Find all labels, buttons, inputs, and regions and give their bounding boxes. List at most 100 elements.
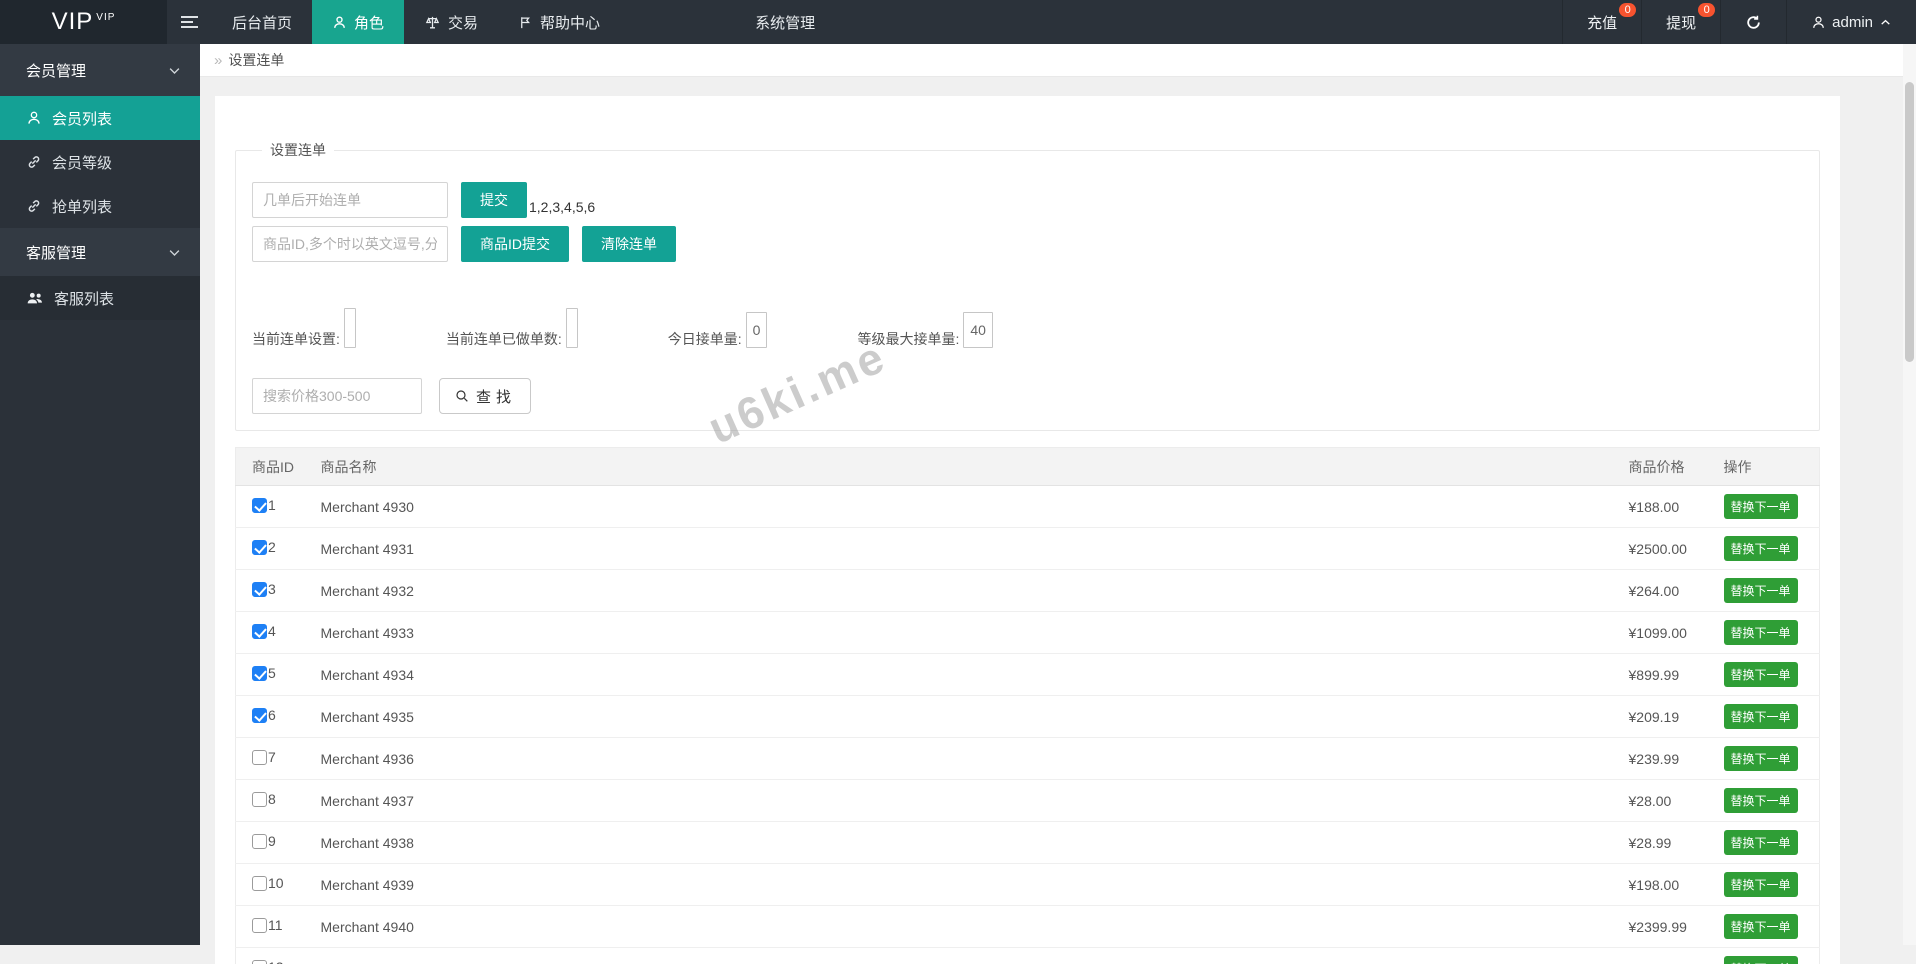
replace-next-order-button[interactable]: 替换下一单 xyxy=(1724,746,1798,771)
product-price: ¥899.99 xyxy=(1629,654,1724,696)
stats-row: 当前连单设置: 当前连单已做单数: 今日接单量: 0 等级最大接单量: 40 xyxy=(252,308,1803,348)
row-checkbox[interactable]: 6 xyxy=(252,707,276,723)
sidebar-item-member-list[interactable]: 会员列表 xyxy=(0,96,200,140)
replace-next-order-button[interactable]: 替换下一单 xyxy=(1724,956,1798,964)
clear-chain-button[interactable]: 清除连单 xyxy=(582,226,676,262)
table-row: 3 Merchant 4932 ¥264.00 替换下一单 xyxy=(236,570,1820,612)
chevron-down-icon xyxy=(167,245,182,260)
nav-item-system[interactable]: 系统管理 xyxy=(735,0,835,44)
product-price: ¥28.99 xyxy=(1629,822,1724,864)
nav-item-home[interactable]: 后台首页 xyxy=(212,0,312,44)
replace-next-order-button[interactable]: 替换下一单 xyxy=(1724,914,1798,939)
checkbox-icon xyxy=(252,624,267,639)
top-navbar: VIPVIP 后台首页 角色 交易 帮助中心 系统管理 充值 0 提现 0 xyxy=(0,0,1916,44)
sidebar-item-support-list[interactable]: 客服列表 xyxy=(0,276,200,320)
nav-label: 后台首页 xyxy=(232,12,292,33)
submit-button[interactable]: 提交 xyxy=(461,182,527,218)
vertical-scrollbar[interactable] xyxy=(1903,44,1916,945)
product-name: Merchant 4931 xyxy=(321,528,1629,570)
scrollbar-thumb[interactable] xyxy=(1905,82,1914,362)
row-checkbox[interactable]: 11 xyxy=(252,917,283,933)
row-checkbox[interactable]: 12 xyxy=(252,959,284,964)
replace-next-order-button[interactable]: 替换下一单 xyxy=(1724,872,1798,897)
row-checkbox[interactable]: 2 xyxy=(252,539,276,555)
replace-next-order-button[interactable]: 替换下一单 xyxy=(1724,704,1798,729)
nav-item-role[interactable]: 角色 xyxy=(312,0,404,44)
link-icon xyxy=(26,198,42,214)
sidebar-item-member-level[interactable]: 会员等级 xyxy=(0,140,200,184)
header-product-id: 商品ID xyxy=(236,448,321,486)
recharge-label: 充值 xyxy=(1587,12,1617,33)
row-checkbox[interactable]: 9 xyxy=(252,833,276,849)
product-name: Merchant 4934 xyxy=(321,654,1629,696)
row-checkbox[interactable]: 8 xyxy=(252,791,276,807)
stat-value-box: 40 xyxy=(963,312,993,348)
checkbox-icon xyxy=(252,708,267,723)
replace-next-order-button[interactable]: 替换下一单 xyxy=(1724,830,1798,855)
row-checkbox[interactable]: 10 xyxy=(252,875,284,891)
checkbox-icon xyxy=(252,498,267,513)
username: admin xyxy=(1832,14,1873,31)
replace-next-order-button[interactable]: 替换下一单 xyxy=(1724,788,1798,813)
nav-item-help-center[interactable]: 帮助中心 xyxy=(498,0,620,44)
product-name: Merchant 4940 xyxy=(321,906,1629,948)
checkbox-icon xyxy=(252,540,267,555)
product-id: 1 xyxy=(268,497,276,513)
sidebar-item-grab-order-list[interactable]: 抢单列表 xyxy=(0,184,200,228)
product-id: 7 xyxy=(268,749,276,765)
product-id: 8 xyxy=(268,791,276,807)
product-price: ¥264.00 xyxy=(1629,570,1724,612)
stat-value-box: 0 xyxy=(746,312,768,348)
row-checkbox[interactable]: 4 xyxy=(252,623,276,639)
user-menu[interactable]: admin xyxy=(1786,0,1916,44)
panel-legend: 设置连单 xyxy=(262,140,334,160)
row-checkbox[interactable]: 1 xyxy=(252,497,276,513)
chain-start-row: 提交 1,2,3,4,5,6 xyxy=(252,182,1803,218)
withdraw-button[interactable]: 提现 0 xyxy=(1641,0,1720,44)
product-name: Merchant 4935 xyxy=(321,696,1629,738)
sidebar-group-member-mgmt[interactable]: 会员管理 xyxy=(0,44,200,96)
product-name: Merchant 4936 xyxy=(321,738,1629,780)
hamburger-icon[interactable] xyxy=(167,0,212,44)
withdraw-badge: 0 xyxy=(1698,3,1715,17)
nav-menu: 后台首页 角色 交易 帮助中心 系统管理 xyxy=(167,0,835,44)
main-content: » 设置连单 设置连单 提交 1,2,3,4,5,6 商品ID提交 清除连单 当… xyxy=(200,44,1916,945)
replace-next-order-button[interactable]: 替换下一单 xyxy=(1724,536,1798,561)
find-button[interactable]: 查找 xyxy=(439,378,531,414)
group-label: 客服管理 xyxy=(26,242,86,263)
replace-next-order-button[interactable]: 替换下一单 xyxy=(1724,494,1798,519)
row-checkbox[interactable]: 7 xyxy=(252,749,276,765)
checkbox-icon xyxy=(252,582,267,597)
logo-text: VIP xyxy=(52,8,94,36)
product-id: 9 xyxy=(268,833,276,849)
nav-label: 系统管理 xyxy=(755,12,815,33)
replace-next-order-button[interactable]: 替换下一单 xyxy=(1724,662,1798,687)
product-price: ¥209.19 xyxy=(1629,696,1724,738)
nav-label: 帮助中心 xyxy=(540,12,600,33)
price-search-input[interactable] xyxy=(252,378,422,414)
table-row: 7 Merchant 4936 ¥239.99 替换下一单 xyxy=(236,738,1820,780)
product-price: ¥188.00 xyxy=(1629,486,1724,528)
recharge-button[interactable]: 充值 0 xyxy=(1562,0,1641,44)
users-icon xyxy=(26,290,44,306)
sidebar-group-support-mgmt[interactable]: 客服管理 xyxy=(0,228,200,276)
breadcrumb: » 设置连单 xyxy=(200,44,1916,77)
products-table: 商品ID 商品名称 商品价格 操作 1 xyxy=(235,447,1820,964)
nav-item-trade[interactable]: 交易 xyxy=(404,0,498,44)
row-checkbox[interactable]: 3 xyxy=(252,581,276,597)
product-id-submit-button[interactable]: 商品ID提交 xyxy=(461,226,569,262)
replace-next-order-button[interactable]: 替换下一单 xyxy=(1724,578,1798,603)
refresh-button[interactable] xyxy=(1720,0,1786,44)
refresh-icon xyxy=(1745,14,1762,31)
product-price: ¥2500.00 xyxy=(1629,528,1724,570)
product-price xyxy=(1629,948,1724,964)
row-checkbox[interactable]: 5 xyxy=(252,665,276,681)
stat-label: 等级最大接单量: xyxy=(857,330,959,348)
stat-chain-done-count: 当前连单已做单数: xyxy=(446,308,578,348)
product-id-input[interactable] xyxy=(252,226,448,262)
chain-start-input[interactable] xyxy=(252,182,448,218)
table-row: 5 Merchant 4934 ¥899.99 替换下一单 xyxy=(236,654,1820,696)
replace-next-order-button[interactable]: 替换下一单 xyxy=(1724,620,1798,645)
chevron-down-icon xyxy=(167,63,182,78)
sidebar-item-label: 抢单列表 xyxy=(52,196,112,217)
